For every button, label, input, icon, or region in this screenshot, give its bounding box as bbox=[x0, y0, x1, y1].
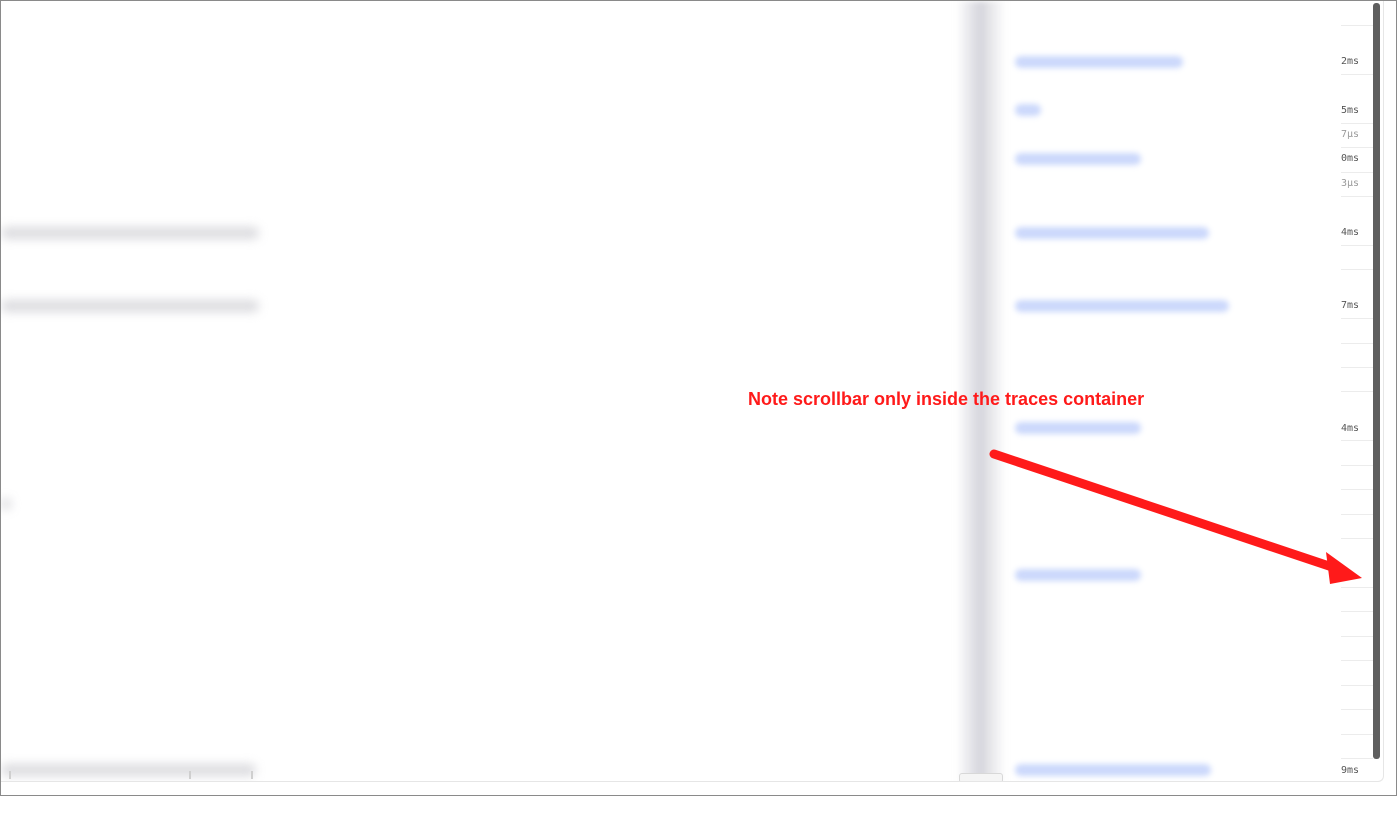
span-name-blurred bbox=[1, 300, 259, 312]
row-separator bbox=[1341, 489, 1373, 490]
span-duration: 4ms bbox=[1341, 423, 1360, 434]
column-tick bbox=[251, 771, 253, 779]
span-bar[interactable] bbox=[1015, 153, 1141, 165]
traces-scrollbar[interactable] bbox=[1373, 3, 1380, 759]
span-bar[interactable] bbox=[1015, 56, 1183, 68]
row-separator bbox=[1341, 196, 1373, 197]
span-duration: 4ms bbox=[1341, 227, 1360, 238]
span-duration: 7ms bbox=[1341, 300, 1360, 311]
row-separator bbox=[1341, 440, 1373, 441]
row-separator bbox=[1341, 367, 1373, 368]
row-separator bbox=[1341, 514, 1373, 515]
row-separator bbox=[1341, 245, 1373, 246]
row-separator bbox=[1341, 611, 1373, 612]
span-bar[interactable] bbox=[1015, 422, 1141, 434]
span-name-blurred bbox=[1, 227, 259, 239]
span-duration: 7µs bbox=[1341, 129, 1360, 140]
row-separator bbox=[1341, 172, 1373, 173]
span-bar[interactable] bbox=[1015, 764, 1211, 776]
span-bar[interactable] bbox=[1015, 227, 1209, 239]
span-bar[interactable] bbox=[1015, 300, 1229, 312]
traces-container[interactable]: 2ms 5ms 7µs 0ms 3µs 4ms 7ms 4ms 9ms bbox=[1, 1, 1384, 782]
row-separator bbox=[1341, 465, 1373, 466]
span-bar[interactable] bbox=[1015, 569, 1141, 581]
span-duration: 9ms bbox=[1341, 765, 1360, 776]
row-separator bbox=[1341, 147, 1373, 148]
span-duration: 2ms bbox=[1341, 56, 1360, 67]
row-separator bbox=[1341, 709, 1373, 710]
row-separator bbox=[1341, 734, 1373, 735]
row-separator bbox=[1341, 391, 1373, 392]
row-separator bbox=[1341, 587, 1373, 588]
row-separator bbox=[1341, 758, 1373, 759]
span-duration: 0ms bbox=[1341, 153, 1360, 164]
row-separator bbox=[1341, 269, 1373, 270]
row-separator bbox=[1341, 685, 1373, 686]
span-duration: 3µs bbox=[1341, 178, 1360, 189]
row-separator bbox=[1341, 660, 1373, 661]
column-tick bbox=[9, 771, 11, 779]
divider-handle[interactable] bbox=[959, 773, 1003, 781]
span-name-blurred bbox=[1, 764, 256, 776]
row-separator bbox=[1341, 25, 1373, 26]
annotation-label: Note scrollbar only inside the traces co… bbox=[748, 389, 1145, 409]
span-bar[interactable] bbox=[1015, 104, 1041, 116]
row-separator bbox=[1341, 74, 1373, 75]
screenshot-frame: 2ms 5ms 7µs 0ms 3µs 4ms 7ms 4ms 9ms bbox=[0, 0, 1397, 796]
row-separator bbox=[1341, 343, 1373, 344]
row-separator bbox=[1341, 123, 1373, 124]
row-separator bbox=[1341, 538, 1373, 539]
span-duration: 5ms bbox=[1341, 105, 1360, 116]
column-tick bbox=[189, 771, 191, 779]
span-name-blurred bbox=[1, 498, 11, 510]
row-separator bbox=[1341, 318, 1373, 319]
row-separator bbox=[1341, 636, 1373, 637]
